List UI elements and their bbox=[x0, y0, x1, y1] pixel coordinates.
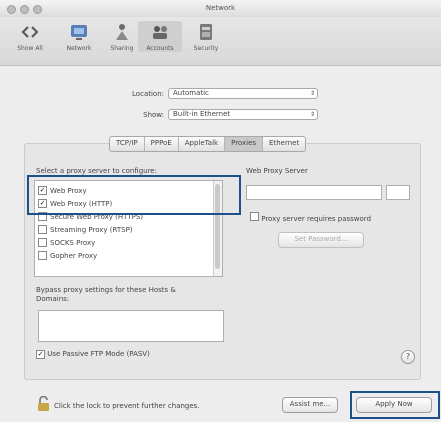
toolbar-label: Network bbox=[66, 45, 92, 52]
toolbar-label: Security bbox=[193, 45, 219, 52]
secure-web-proxy-checkbox[interactable] bbox=[38, 212, 47, 221]
list-item-secure-web-proxy[interactable]: Secure Web Proxy (HTTPS) bbox=[38, 211, 143, 222]
list-item-label: Secure Web Proxy (HTTPS) bbox=[50, 212, 143, 221]
proxy-list: ✓ Web Proxy ✓ Web Proxy (HTTP) Secure We… bbox=[34, 180, 223, 277]
location-value: Automatic bbox=[173, 89, 209, 97]
password-required-label: Proxy server requires password bbox=[261, 215, 372, 223]
show-popup[interactable]: Built-in Ethernet ⇕ bbox=[168, 109, 318, 120]
toolbar-accounts[interactable]: Accounts bbox=[138, 21, 182, 52]
tab-bar: TCP/IP PPPoE AppleTalk Proxies Ethernet bbox=[109, 136, 307, 152]
tab-tcpip[interactable]: TCP/IP bbox=[110, 137, 145, 151]
bypass-hosts-field[interactable] bbox=[38, 310, 224, 342]
window-title: Network bbox=[205, 4, 236, 12]
list-item-web-proxy-http[interactable]: ✓ Web Proxy (HTTP) bbox=[38, 198, 112, 209]
sharing-icon bbox=[116, 24, 128, 40]
scrollbar-thumb[interactable] bbox=[215, 184, 220, 269]
toolbar-network[interactable]: Network bbox=[57, 21, 101, 52]
apply-now-button[interactable]: Apply Now bbox=[356, 397, 432, 413]
toolbar-show-all[interactable]: Show All bbox=[8, 21, 52, 52]
popup-arrows-icon: ⇕ bbox=[309, 111, 315, 118]
help-button[interactable]: ? bbox=[401, 350, 415, 364]
list-item-label: Gopher Proxy bbox=[50, 251, 98, 260]
passive-ftp-label: Use Passive FTP Mode (PASV) bbox=[47, 350, 150, 358]
list-item-label: SOCKS Proxy bbox=[50, 238, 96, 247]
tab-proxies[interactable]: Proxies bbox=[225, 137, 264, 151]
tab-ethernet[interactable]: Ethernet bbox=[263, 137, 305, 151]
streaming-proxy-checkbox[interactable] bbox=[38, 225, 47, 234]
toolbar-label: Accounts bbox=[146, 45, 174, 52]
proxy-server-label: Web Proxy Server bbox=[246, 167, 308, 175]
list-item-web-proxy[interactable]: ✓ Web Proxy bbox=[38, 185, 87, 196]
list-item-label: Streaming Proxy (RTSP) bbox=[50, 225, 133, 234]
web-proxy-checkbox[interactable]: ✓ bbox=[38, 186, 47, 195]
proxy-server-field[interactable] bbox=[246, 185, 382, 200]
gopher-proxy-checkbox[interactable] bbox=[38, 251, 47, 260]
location-popup[interactable]: Automatic ⇕ bbox=[168, 88, 318, 99]
network-preferences-window: Network Show All Network Sharing Account… bbox=[0, 0, 441, 422]
list-item-label: Web Proxy (HTTP) bbox=[50, 199, 113, 208]
bypass-label: Bypass proxy settings for these Hosts & … bbox=[36, 286, 176, 303]
list-item-streaming-proxy[interactable]: Streaming Proxy (RTSP) bbox=[38, 224, 133, 235]
password-required-row[interactable]: Proxy server requires password bbox=[250, 212, 371, 223]
lock-text: Click the lock to prevent further change… bbox=[54, 402, 200, 410]
assist-me-button[interactable]: Assist me... bbox=[282, 397, 338, 413]
accounts-icon bbox=[153, 26, 167, 39]
tab-appletalk[interactable]: AppleTalk bbox=[179, 137, 226, 151]
socks-proxy-checkbox[interactable] bbox=[38, 238, 47, 247]
web-proxy-http-checkbox[interactable]: ✓ bbox=[38, 199, 47, 208]
lock-icon[interactable] bbox=[37, 396, 50, 411]
popup-arrows-icon: ⇕ bbox=[309, 90, 315, 97]
list-item-label: Web Proxy bbox=[50, 186, 87, 195]
proxy-select-label: Select a proxy server to configure: bbox=[36, 167, 157, 175]
passive-ftp-row[interactable]: ✓ Use Passive FTP Mode (PASV) bbox=[36, 350, 150, 359]
list-item-socks-proxy[interactable]: SOCKS Proxy bbox=[38, 237, 95, 248]
back-forward-icon bbox=[21, 26, 39, 38]
tab-pppoe[interactable]: PPPoE bbox=[145, 137, 179, 151]
title-bar: Network bbox=[0, 0, 441, 18]
security-icon bbox=[200, 24, 212, 40]
set-password-button[interactable]: Set Password... bbox=[278, 232, 364, 248]
location-label: Location: bbox=[132, 90, 164, 98]
toolbar-label: Show All bbox=[17, 45, 43, 52]
proxy-list-scrollbar[interactable] bbox=[213, 181, 222, 276]
network-icon bbox=[71, 25, 87, 40]
list-item-gopher-proxy[interactable]: Gopher Proxy bbox=[38, 250, 97, 261]
show-value: Built-in Ethernet bbox=[173, 110, 231, 118]
password-required-checkbox[interactable] bbox=[250, 212, 259, 221]
toolbar: Show All Network Sharing Accounts Securi… bbox=[0, 17, 441, 66]
toolbar-security[interactable]: Security bbox=[184, 21, 228, 52]
passive-ftp-checkbox[interactable]: ✓ bbox=[36, 350, 45, 359]
show-label: Show: bbox=[143, 111, 164, 119]
proxy-port-field[interactable] bbox=[386, 185, 410, 200]
